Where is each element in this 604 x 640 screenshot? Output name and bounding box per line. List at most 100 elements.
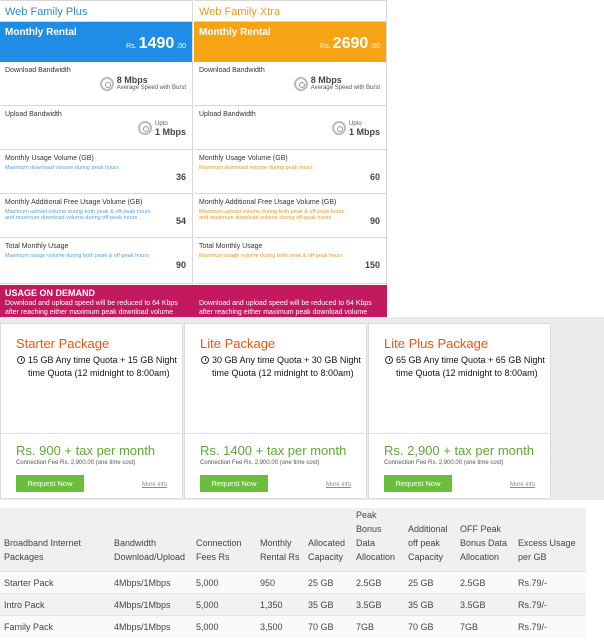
plan-name: Web Family Plus bbox=[0, 0, 192, 22]
total-usage-value: 90 bbox=[175, 260, 186, 270]
upload-label: Upload Bandwidth bbox=[199, 111, 256, 118]
price-amount: 2690 bbox=[332, 35, 369, 52]
free-usage-value: 90 bbox=[369, 216, 380, 226]
table-cell: Intro Pack bbox=[0, 593, 110, 616]
column-header: Excess Usage per GB bbox=[514, 508, 586, 572]
column-header: Bandwidth Download/Upload bbox=[110, 508, 192, 572]
column-header: Additional off peak Capacity bbox=[404, 508, 456, 572]
table-cell: 3.5GB bbox=[456, 593, 514, 616]
package-card-lite-plus: Lite Plus Package 65 GB Any time Quota +… bbox=[368, 323, 551, 499]
usage-on-demand-text: Download and upload speed will be reduce… bbox=[199, 300, 372, 316]
download-speed-note: Average Speed with Burst bbox=[116, 85, 186, 91]
download-speed-value: 8 Mbps bbox=[310, 75, 342, 85]
additional-free-usage-row: Monthly Additional Free Usage Volume (GB… bbox=[0, 194, 192, 238]
price-cents: .00 bbox=[370, 43, 380, 50]
more-info-link[interactable]: More info bbox=[142, 482, 167, 488]
table-cell: 4Mbps/1Mbps bbox=[110, 593, 192, 616]
download-speed-value: 8 Mbps bbox=[116, 75, 148, 85]
table-cell: 2.5GB bbox=[456, 571, 514, 594]
monthly-rental-header: Monthly Rental Rs. 1490 .00 bbox=[0, 22, 192, 62]
total-usage-note: Maximum usage volume during both peak & … bbox=[199, 253, 343, 259]
column-header: Monthly Rental Rs bbox=[256, 508, 304, 572]
plan-name: Web Family Xtra bbox=[194, 0, 386, 22]
table-cell: 2.5GB bbox=[352, 571, 404, 594]
package-table: Broadband Internet Packages Bandwidth Do… bbox=[0, 508, 586, 638]
table-row: Family Pack 4Mbps/1Mbps 5,000 3,500 70 G… bbox=[0, 615, 586, 638]
table-cell: 70 GB bbox=[404, 615, 456, 638]
rental-price: Rs. 2690 .00 bbox=[320, 35, 380, 53]
monthly-rental-header: Monthly Rental Rs. 2690 .00 bbox=[194, 22, 386, 62]
upload-speed-value: 1 Mbps bbox=[348, 127, 380, 137]
free-usage-label: Monthly Additional Free Usage Volume (GB… bbox=[5, 199, 143, 206]
column-header: Allocated Capacity bbox=[304, 508, 352, 572]
monthly-usage-row: Monthly Usage Volume (GB) Maximum downlo… bbox=[0, 150, 192, 194]
table-cell: 35 GB bbox=[404, 593, 456, 616]
currency: Rs. bbox=[126, 43, 137, 50]
speedometer-icon bbox=[331, 121, 346, 135]
table-cell: 25 GB bbox=[304, 571, 352, 594]
total-usage-row: Total Monthly Usage Maximum usage volume… bbox=[0, 238, 192, 284]
package-price: Rs. 1400 + tax per month bbox=[200, 443, 347, 458]
rental-label: Monthly Rental bbox=[5, 27, 77, 38]
monthly-usage-row: Monthly Usage Volume (GB) Maximum downlo… bbox=[194, 150, 386, 194]
upload-bandwidth-row: Upload Bandwidth Upto 1 Mbps bbox=[194, 106, 386, 150]
usage-value: 36 bbox=[175, 172, 186, 182]
more-info-link[interactable]: More info bbox=[326, 482, 351, 488]
total-usage-row: Total Monthly Usage Maximum usage volume… bbox=[194, 238, 386, 284]
speedometer-icon bbox=[99, 77, 114, 91]
table-cell: 25 GB bbox=[404, 571, 456, 594]
table-cell: Starter Pack bbox=[0, 571, 110, 594]
connection-fee: Connection Fee Rs. 2,900.00 (one time co… bbox=[384, 460, 504, 466]
speedometer-icon bbox=[293, 77, 308, 91]
table-cell: Rs.79/- bbox=[514, 571, 586, 594]
request-now-button[interactable]: Request Now bbox=[16, 475, 84, 492]
package-comparison-table: Broadband Internet Packages Bandwidth Do… bbox=[0, 508, 586, 640]
table-row: Starter Pack 4Mbps/1Mbps 5,000 950 25 GB… bbox=[0, 571, 586, 594]
package-quota: 15 GB Any time Quota + 15 GB Night time … bbox=[28, 355, 177, 378]
download-speed: 8 Mbps Average Speed with Burst bbox=[99, 75, 186, 92]
table-cell: Family Pack bbox=[0, 615, 110, 638]
table-cell: 3,500 bbox=[256, 615, 304, 638]
package-card-top: Starter Package 15 GB Any time Quota + 1… bbox=[1, 324, 182, 434]
download-bandwidth-row: Download Bandwidth 8 Mbps Average Speed … bbox=[0, 62, 192, 106]
usage-value: 60 bbox=[369, 172, 380, 182]
table-cell: 7GB bbox=[456, 615, 514, 638]
total-usage-value: 150 bbox=[364, 260, 380, 270]
download-speed-note: Average Speed with Burst bbox=[310, 85, 380, 91]
download-label: Download Bandwidth bbox=[199, 67, 265, 74]
table-cell: 3.5GB bbox=[352, 593, 404, 616]
table-cell: 1,350 bbox=[256, 593, 304, 616]
table-cell: 4Mbps/1Mbps bbox=[110, 615, 192, 638]
upload-label: Upload Bandwidth bbox=[5, 111, 62, 118]
price-amount: 1490 bbox=[138, 35, 175, 52]
download-label: Download Bandwidth bbox=[5, 67, 71, 74]
usage-label: Monthly Usage Volume (GB) bbox=[199, 155, 288, 162]
package-title: Lite Plus Package bbox=[384, 336, 489, 351]
column-header: Connection Fees Rs bbox=[192, 508, 256, 572]
table-cell: 5,000 bbox=[192, 571, 256, 594]
table-header-row: Broadband Internet Packages Bandwidth Do… bbox=[0, 508, 586, 572]
packages-section: Starter Package 15 GB Any time Quota + 1… bbox=[0, 317, 604, 500]
table-row: Intro Pack 4Mbps/1Mbps 5,000 1,350 35 GB… bbox=[0, 593, 586, 616]
upload-speed-value: 1 Mbps bbox=[154, 127, 186, 137]
more-info-link[interactable]: More info bbox=[510, 482, 535, 488]
package-price: Rs. 2,900 + tax per month bbox=[384, 443, 534, 458]
request-now-button[interactable]: Request Now bbox=[384, 475, 452, 492]
table-cell: 35 GB bbox=[304, 593, 352, 616]
package-card-top: Lite Plus Package 65 GB Any time Quota +… bbox=[369, 324, 550, 434]
usage-on-demand-banner: USAGE ON DEMAND Download and upload spee… bbox=[0, 285, 387, 317]
connection-fee: Connection Fee Rs. 2,900.00 (one time co… bbox=[200, 460, 320, 466]
free-usage-value: 54 bbox=[175, 216, 186, 226]
usage-label: Monthly Usage Volume (GB) bbox=[5, 155, 94, 162]
table-cell: Rs.79/- bbox=[514, 593, 586, 616]
currency: Rs. bbox=[320, 43, 331, 50]
request-now-button[interactable]: Request Now bbox=[200, 475, 268, 492]
table-cell: 950 bbox=[256, 571, 304, 594]
column-header: Broadband Internet Packages bbox=[0, 508, 110, 572]
connection-fee: Connection Fee Rs. 2,900.00 (one time co… bbox=[16, 460, 136, 466]
price-cents: .00 bbox=[176, 43, 186, 50]
upload-bandwidth-row: Upload Bandwidth Upto 1 Mbps bbox=[0, 106, 192, 150]
usage-note: Maximum download volume during peak hour… bbox=[5, 165, 119, 171]
free-usage-label: Monthly Additional Free Usage Volume (GB… bbox=[199, 199, 337, 206]
package-price: Rs. 900 + tax per month bbox=[16, 443, 156, 458]
